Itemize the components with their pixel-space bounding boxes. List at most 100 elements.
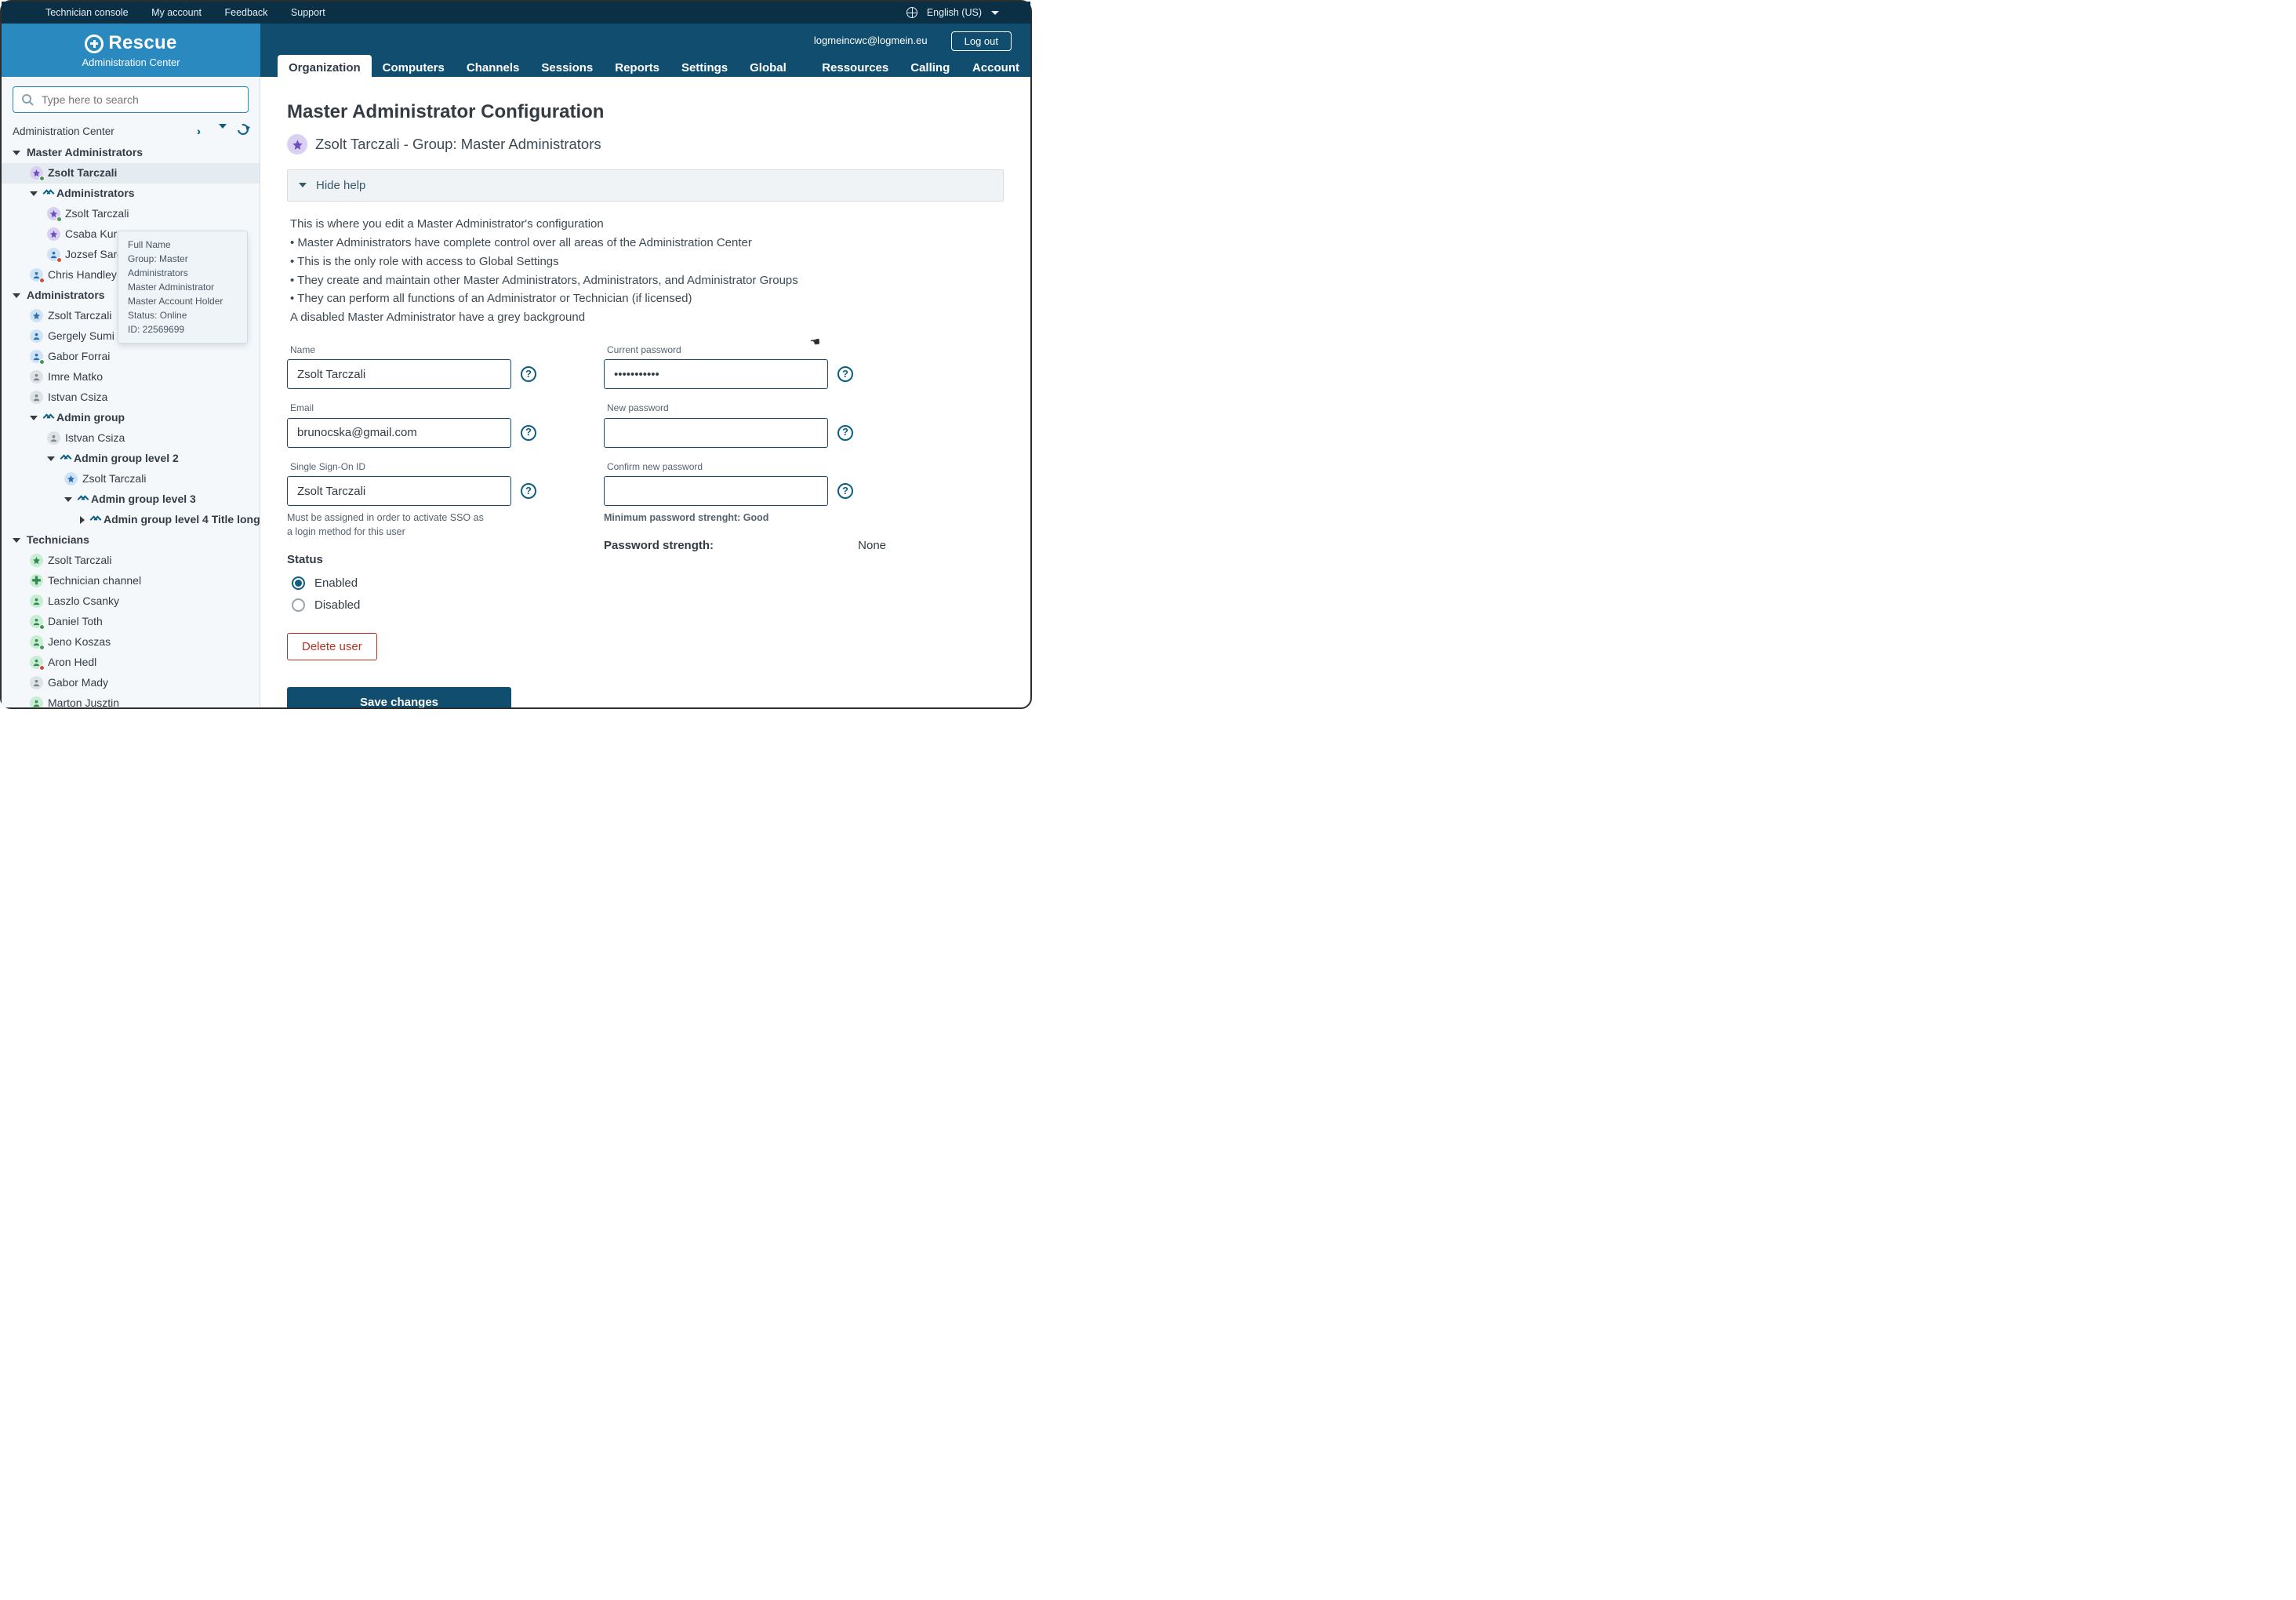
language-selector[interactable]: English (US) [906,5,999,20]
tree-gaborf[interactable]: Gabor Forrai [2,347,260,367]
tooltip-group: Group: Master Administrators [128,252,238,280]
tree-laszlo[interactable]: Laszlo Csanky [2,591,260,612]
tree-zsolt-l2[interactable]: Zsolt Tarczali [2,469,260,489]
current-password-label: Current password [607,344,886,357]
group-icon [44,191,52,196]
topbar-link-account[interactable]: My account [151,7,202,18]
tree-admin-group[interactable]: Admin group [2,408,260,428]
org-tree: Master Administrators Zsolt Tarczali Adm… [2,143,260,707]
sso-input[interactable] [287,476,511,506]
tab-computers[interactable]: Computers [372,55,456,100]
help-icon[interactable]: ? [521,425,536,441]
delete-user-button[interactable]: Delete user [287,633,377,660]
group-icon [91,517,99,522]
user-icon [30,595,43,608]
tooltip-status: Status: Online [128,308,238,322]
page-title: Master Administrator Configuration [287,99,1004,126]
tree-zsolt-admin1[interactable]: Zsolt Tarczali [2,204,260,224]
user-icon [30,656,43,669]
tree-marton[interactable]: Marton Jusztin [2,693,260,707]
help-icon[interactable]: ? [521,483,536,499]
tree-technicians[interactable]: Technicians [2,530,260,551]
topbar-link-console[interactable]: Technician console [45,7,129,18]
tree-gaborm[interactable]: Gabor Mady [2,673,260,693]
save-changes-button[interactable]: Save changes [287,687,511,707]
help-icon[interactable]: ? [521,366,536,382]
chevron-down-icon [991,11,999,15]
rescue-logo-icon [85,35,104,53]
user-icon [30,329,43,343]
master-admin-icon [287,134,307,155]
admin-icon [30,309,43,322]
confirm-password-input[interactable] [604,476,828,506]
user-icon [47,248,60,261]
refresh-icon[interactable] [235,122,250,136]
user-icon [30,350,43,363]
tab-settings[interactable]: Settings [670,55,739,100]
sso-hint: Must be assigned in order to activate SS… [287,511,491,539]
status-title: Status [287,551,569,569]
tooltip-role: Master Administrator [128,280,238,294]
help-icon[interactable]: ? [837,366,853,382]
tree-istvan2[interactable]: Istvan Csiza [2,428,260,449]
tabs-strip: Organization Computers Channels Sessions… [278,55,1030,100]
master-admin-icon [30,166,43,180]
brand-subtitle: Administration Center [82,56,180,71]
help-icon[interactable]: ? [837,483,853,499]
user-icon [30,391,43,404]
tree-aron[interactable]: Aron Hedl [2,653,260,673]
tab-calling-card[interactable]: Calling card [899,55,961,100]
sidebar-search[interactable] [13,86,249,113]
tree-zsolt-tech[interactable]: Zsolt Tarczali [2,551,260,571]
help-icon[interactable]: ? [837,425,853,441]
tree-admin-group-l4[interactable]: Admin group level 4 Title long... [2,510,260,530]
tab-global-settings[interactable]: Global settings [739,55,811,100]
admin-icon [64,472,78,485]
account-email: logmeincwc@logmein.eu [814,34,928,49]
tab-sessions[interactable]: Sessions [530,55,604,100]
sidebar-title: Administration Center [13,124,114,140]
name-input[interactable] [287,359,511,389]
cursor-icon: ☚ [809,333,822,351]
email-input[interactable] [287,418,511,448]
collapse-icon[interactable]: ›› [197,124,208,140]
tab-organization[interactable]: Organization [278,55,372,100]
email-label: Email [290,402,569,415]
tab-resources[interactable]: Ressources [811,55,899,100]
page-subtitle: Zsolt Tarczali - Group: Master Administr… [287,134,1004,155]
password-strength-label: Password strength: [604,537,714,555]
tree-zsolt-master[interactable]: Zsolt Tarczali [2,163,260,184]
tree-jeno[interactable]: Jeno Koszas [2,632,260,653]
tree-istvan[interactable]: Istvan Csiza [2,387,260,408]
status-disabled[interactable]: Disabled [292,597,569,614]
tree-administrators-group[interactable]: Administrators [2,184,260,204]
tooltip-fullname: Full Name [128,238,238,252]
master-admin-icon [47,207,60,220]
new-password-input[interactable] [604,418,828,448]
help-toggle[interactable]: Hide help [287,169,1004,202]
chevron-down-icon [299,183,307,187]
current-password-input[interactable] [604,359,828,389]
tree-master-admins[interactable]: Master Administrators [2,143,260,163]
group-icon [44,415,52,420]
tree-imre[interactable]: Imre Matko [2,367,260,387]
topbar-link-feedback[interactable]: Feedback [225,7,268,18]
tooltip-holder: Master Account Holder [128,294,238,308]
search-input[interactable] [40,93,240,107]
logout-button[interactable]: Log out [951,31,1012,51]
dropdown-icon[interactable] [219,124,227,129]
tree-admin-group-l2[interactable]: Admin group level 2 [2,449,260,469]
tree-tech-channel[interactable]: ✚Technician channel [2,571,260,591]
help-text: This is where you edit a Master Administ… [290,216,1004,326]
user-icon [30,635,43,649]
status-enabled[interactable]: Enabled [292,575,569,592]
topbar-link-support[interactable]: Support [291,7,325,18]
tree-admin-group-l3[interactable]: Admin group level 3 [2,489,260,510]
tab-channels[interactable]: Channels [456,55,531,100]
user-icon [47,431,60,445]
tree-daniel[interactable]: Daniel Toth [2,612,260,632]
tab-reports[interactable]: Reports [604,55,670,100]
user-icon [30,615,43,628]
tab-account[interactable]: Account [961,55,1030,100]
search-icon [21,93,34,106]
